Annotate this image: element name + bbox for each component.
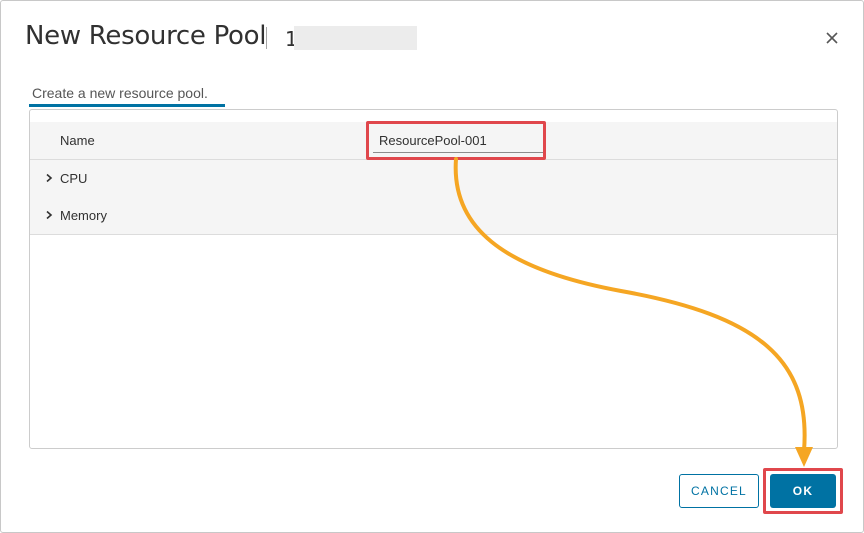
name-label: Name <box>60 133 95 148</box>
redacted-host-name <box>294 26 417 50</box>
chevron-right-icon <box>46 173 53 183</box>
form-panel: Name CPU Memory <box>29 109 838 449</box>
title-divider <box>266 27 267 49</box>
ok-button[interactable]: OK <box>770 474 836 508</box>
close-icon <box>826 32 838 44</box>
memory-section-label: Memory <box>60 208 107 223</box>
chevron-right-icon <box>46 210 53 220</box>
active-tab-indicator <box>29 104 225 107</box>
new-resource-pool-dialog: New Resource Pool 1 Create a new resourc… <box>0 0 864 533</box>
tab-create-resource-pool[interactable]: Create a new resource pool. <box>29 85 211 105</box>
name-row: Name <box>30 122 837 160</box>
cancel-button[interactable]: CANCEL <box>679 474 759 508</box>
cpu-section-label: CPU <box>60 171 88 186</box>
cpu-section-row[interactable]: CPU <box>30 160 837 198</box>
close-button[interactable] <box>821 27 843 49</box>
memory-section-row[interactable]: Memory <box>30 197 837 235</box>
dialog-title: New Resource Pool <box>25 21 267 51</box>
name-input[interactable] <box>373 128 544 153</box>
